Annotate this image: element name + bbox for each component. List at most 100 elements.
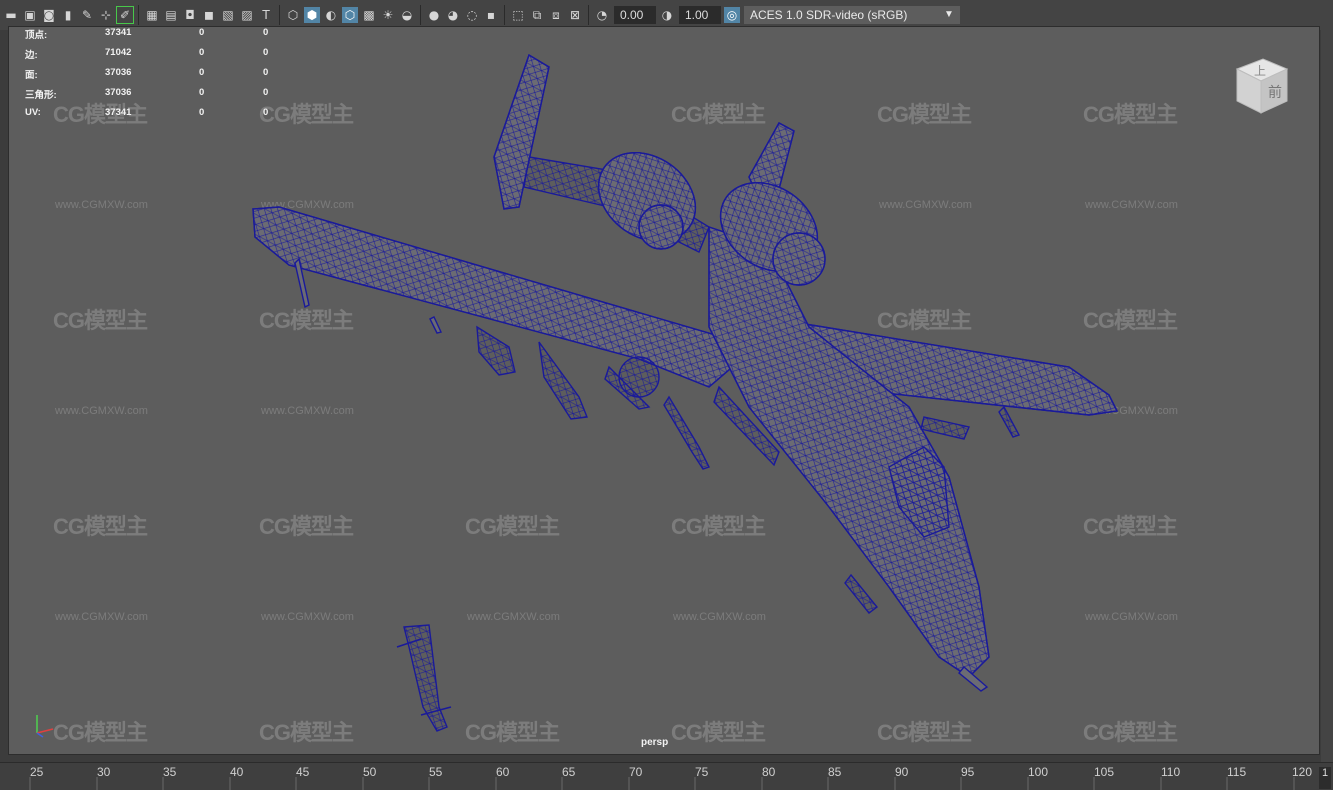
timeline-tick-label: 45 bbox=[296, 765, 310, 779]
time-slider-ticks bbox=[29, 777, 1295, 790]
viewcube[interactable]: 上 前 bbox=[1229, 55, 1293, 119]
default-material-icon[interactable]: ◐ bbox=[323, 7, 339, 23]
timeline-tick-label: 80 bbox=[762, 765, 776, 779]
color-space-value: ACES 1.0 SDR-video (sRGB) bbox=[750, 8, 908, 22]
timeline-tick-label: 55 bbox=[429, 765, 443, 779]
xray-icon[interactable]: ⧉ bbox=[529, 7, 545, 23]
separator bbox=[279, 5, 280, 25]
timeline-tick-label: 120 bbox=[1292, 765, 1313, 779]
wireframe-icon[interactable]: ⬡ bbox=[285, 7, 301, 23]
film-gate-icon[interactable]: ▤ bbox=[163, 7, 179, 23]
viewport-persp[interactable]: CG模型主 CG模型主 CG模型主 CG模型主 CG模型主 www.CGMXW.… bbox=[8, 26, 1320, 755]
depth-of-field-icon[interactable]: ▪ bbox=[483, 7, 499, 23]
wing-pod bbox=[920, 416, 970, 440]
wing-pylon bbox=[429, 316, 442, 334]
separator bbox=[504, 5, 505, 25]
timeline-tick-label: 40 bbox=[230, 765, 244, 779]
time-slider[interactable]: 25 30 35 40 45 50 55 60 65 70 75 80 85 9… bbox=[0, 762, 1333, 790]
separator bbox=[588, 5, 589, 25]
isolate-select-icon[interactable]: ⬚ bbox=[510, 7, 526, 23]
motion-blur-icon[interactable]: ◕ bbox=[445, 7, 461, 23]
shadows-icon[interactable]: ◒ bbox=[399, 7, 415, 23]
timeline-tick-label: 70 bbox=[629, 765, 643, 779]
viewcube-top-label: 上 bbox=[1254, 64, 1266, 78]
timeline-tick-label: 50 bbox=[363, 765, 377, 779]
viewcube-front-label: 前 bbox=[1268, 84, 1282, 101]
current-frame-field[interactable]: 1 bbox=[1319, 767, 1331, 789]
timeline-tick-label: 30 bbox=[97, 765, 111, 779]
maya-window: ▬ ▣ ◙ ▮ ✎ ⊹ ✐ ▦ ▤ ◘ ◼ ▧ ▨ T ⬡ ⬢ ◐ ⬡ ▩ ☀ … bbox=[0, 0, 1333, 790]
timeline-tick-label: 110 bbox=[1161, 765, 1181, 779]
timeline-tick-label: 25 bbox=[30, 765, 44, 779]
timeline-tick-label: 65 bbox=[562, 765, 576, 779]
hud-value: 0 bbox=[263, 87, 269, 98]
separator bbox=[138, 5, 139, 25]
grid-icon[interactable]: ▦ bbox=[144, 7, 160, 23]
hud-label: 面: bbox=[25, 70, 38, 81]
wing-missile bbox=[998, 405, 1021, 438]
xray-active-components-icon[interactable]: ⧈ bbox=[548, 7, 564, 23]
textured-icon[interactable]: ▩ bbox=[361, 7, 377, 23]
grease-pencil-active-icon[interactable]: ✐ bbox=[116, 6, 134, 24]
wing-pod bbox=[538, 341, 588, 420]
exposure-field[interactable]: 0.00 bbox=[614, 6, 656, 24]
screen-space-ao-icon[interactable]: ● bbox=[426, 7, 442, 23]
hud-value: 0 bbox=[199, 107, 205, 118]
separator bbox=[420, 5, 421, 25]
hud-value: 37036 bbox=[105, 67, 132, 78]
hud-value: 0 bbox=[263, 67, 269, 78]
camera-name-label: persp bbox=[641, 737, 669, 748]
camera-attributes-icon[interactable]: ▣ bbox=[22, 7, 38, 23]
timeline-tick-label: 105 bbox=[1094, 765, 1115, 779]
timeline-tick-label: 60 bbox=[496, 765, 510, 779]
camera-icon[interactable]: ▬ bbox=[3, 7, 19, 23]
smooth-shade-icon[interactable]: ⬢ bbox=[304, 7, 320, 23]
hud-value: 0 bbox=[263, 107, 269, 118]
hud-label: 顶点: bbox=[25, 30, 48, 41]
hud-value: 0 bbox=[263, 47, 269, 58]
anti-aliasing-icon[interactable]: ◌ bbox=[464, 7, 480, 23]
gate-mask-icon[interactable]: ◼ bbox=[201, 7, 217, 23]
chevron-down-icon: ▼ bbox=[944, 9, 954, 20]
hud-label: 边: bbox=[25, 50, 38, 61]
hud-value: 37036 bbox=[105, 87, 132, 98]
xray-joints-icon[interactable]: ⊠ bbox=[567, 7, 583, 23]
timeline-tick-label: 100 bbox=[1028, 765, 1049, 779]
timeline-tick-label: 95 bbox=[961, 765, 975, 779]
hud-value: 37341 bbox=[105, 27, 132, 38]
color-management-icon[interactable]: ◎ bbox=[724, 7, 740, 23]
exposure-icon[interactable]: ◔ bbox=[594, 7, 610, 23]
hud-value: 37341 bbox=[105, 107, 132, 118]
resolution-gate-icon[interactable]: ◘ bbox=[182, 7, 198, 23]
safe-title-icon[interactable]: T bbox=[258, 7, 274, 23]
timeline-tick-label: 90 bbox=[895, 765, 909, 779]
2d-pan-zoom-icon[interactable]: ✎ bbox=[79, 7, 95, 23]
detached-missile bbox=[403, 624, 448, 732]
right-panel-strip bbox=[1321, 26, 1333, 762]
image-plane-icon[interactable]: ▮ bbox=[60, 7, 76, 23]
axis-gizmo bbox=[36, 715, 54, 738]
gamma-field[interactable]: 1.00 bbox=[679, 6, 721, 24]
timeline-tick-label: 75 bbox=[695, 765, 709, 779]
wing-pod bbox=[476, 325, 516, 376]
grease-pencil-icon[interactable]: ⊹ bbox=[98, 7, 114, 23]
hud-value: 0 bbox=[199, 27, 205, 38]
safe-action-icon[interactable]: ▨ bbox=[239, 7, 255, 23]
timeline-tick-label: 85 bbox=[828, 765, 842, 779]
lights-icon[interactable]: ☀ bbox=[380, 7, 396, 23]
hud-value: 0 bbox=[199, 87, 205, 98]
hud-value: 0 bbox=[263, 27, 269, 38]
timeline-tick-label: 35 bbox=[163, 765, 177, 779]
color-space-dropdown[interactable]: ACES 1.0 SDR-video (sRGB) ▼ bbox=[744, 6, 960, 24]
hud-label: UV: bbox=[25, 107, 41, 118]
wireframe-on-shaded-icon[interactable]: ⬡ bbox=[342, 7, 358, 23]
hud-label: 三角形: bbox=[25, 90, 57, 101]
belly-pod bbox=[844, 573, 879, 614]
bookmark-icon[interactable]: ◙ bbox=[41, 7, 57, 23]
timeline-tick-label: 115 bbox=[1227, 765, 1247, 779]
aircraft-wireframe[interactable] bbox=[9, 27, 1319, 754]
field-chart-icon[interactable]: ▧ bbox=[220, 7, 236, 23]
gamma-icon[interactable]: ◑ bbox=[659, 7, 675, 23]
wing-missile bbox=[663, 395, 710, 470]
hud-value: 0 bbox=[199, 67, 205, 78]
